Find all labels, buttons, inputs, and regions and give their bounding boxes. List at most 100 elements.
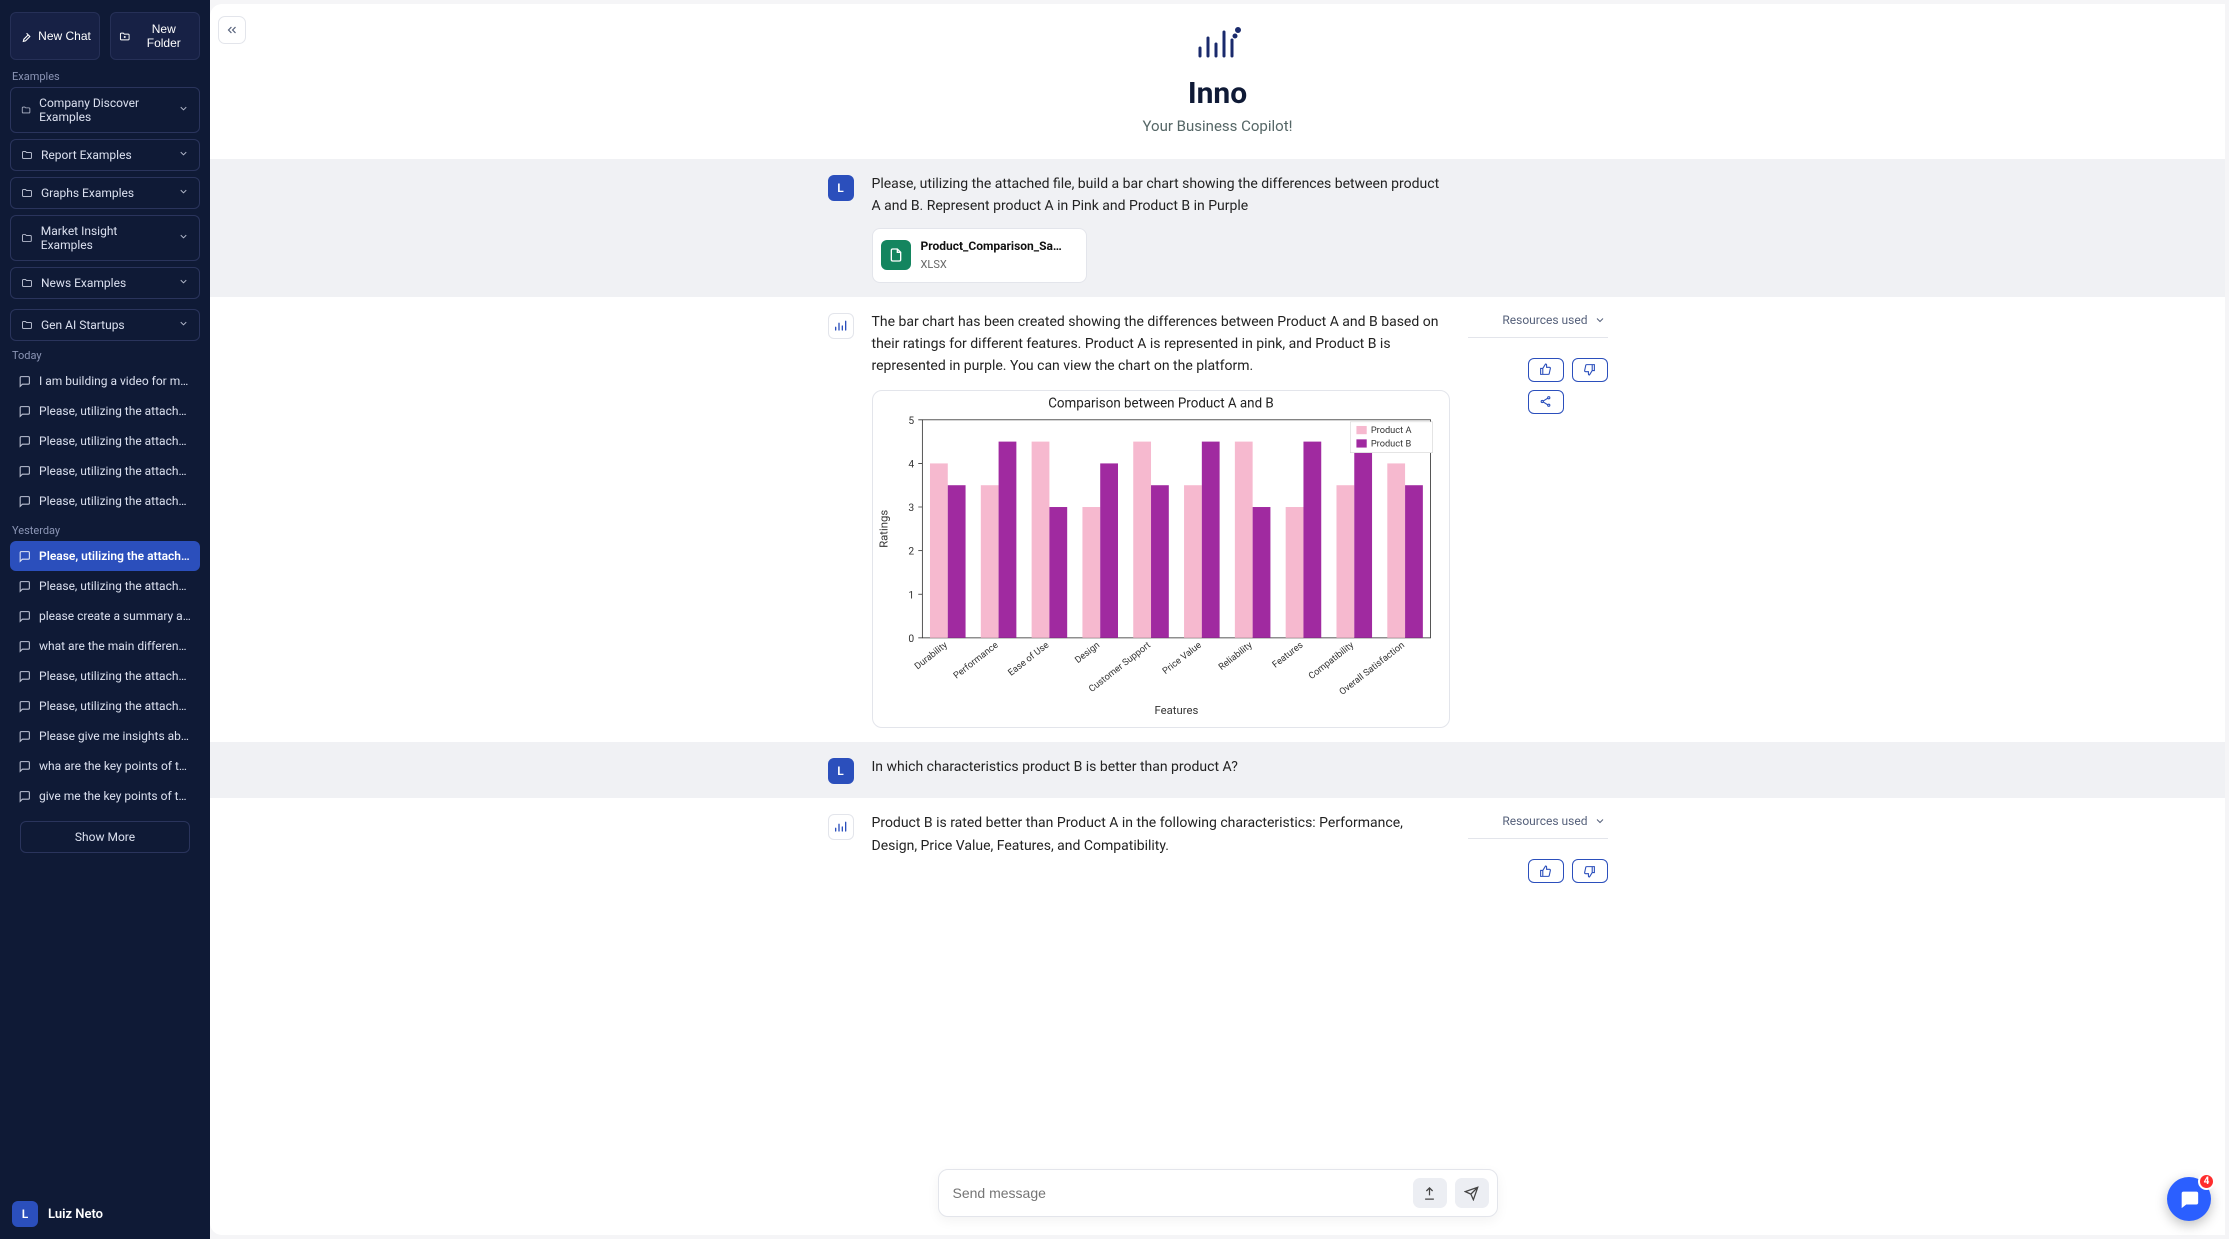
thumbs-down-button[interactable] xyxy=(1572,358,1608,382)
message-assistant-2: Product B is rated better than Product A… xyxy=(210,798,2225,897)
share-icon xyxy=(1539,395,1552,408)
send-icon xyxy=(1464,1186,1479,1201)
chart-xtick: Performance xyxy=(951,639,1000,681)
share-button[interactable] xyxy=(1528,390,1564,414)
attachment-name: Product_Comparison_Sa… xyxy=(921,237,1062,256)
examples-section-label: Examples xyxy=(0,60,210,87)
chart-bar-a xyxy=(980,485,998,638)
chat-history-item[interactable]: Please, utilizing the attached… xyxy=(10,426,200,456)
example-folder[interactable]: Report Examples xyxy=(10,139,200,171)
chat-history-item[interactable]: I am building a video for my h… xyxy=(10,366,200,396)
notification-badge: 4 xyxy=(2198,1173,2215,1190)
chat-item-label: Please, utilizing the attached… xyxy=(39,699,192,713)
example-folder[interactable]: News Examples xyxy=(10,267,200,299)
chat-history-item[interactable]: please create a summary about … xyxy=(10,601,200,631)
user-message-avatar: L xyxy=(828,758,854,784)
chart-bar-a xyxy=(1082,507,1100,638)
chart-bar-b xyxy=(947,485,965,638)
chevron-down-icon xyxy=(1594,815,1606,827)
show-more-button[interactable]: Show More xyxy=(20,821,190,853)
user-message-text: Please, utilizing the attached file, bui… xyxy=(872,173,1450,218)
chat-item-label: Please, utilizing the attached… xyxy=(39,464,192,478)
folder-label: Graphs Examples xyxy=(41,186,134,200)
chart-bar-b xyxy=(1303,441,1321,637)
chart-bar-b xyxy=(1201,441,1219,637)
example-folder[interactable]: Market Insight Examples xyxy=(10,215,200,261)
chart-ytick: 3 xyxy=(908,501,914,514)
resources-used-label: Resources used xyxy=(1502,814,1587,828)
chart-xtick: Features xyxy=(1270,639,1305,670)
chat-history-item[interactable]: Please, utilizing the attached… xyxy=(10,661,200,691)
chat-item-label: please create a summary about … xyxy=(39,609,192,623)
chat-history-item[interactable]: give me the key points of the … xyxy=(10,781,200,811)
chart-bar-b xyxy=(1100,463,1118,637)
custom-folder[interactable]: Gen AI Startups xyxy=(10,309,200,341)
example-folder[interactable]: Company Discover Examples xyxy=(10,87,200,133)
chart-xtick: Ease of Use xyxy=(1006,639,1051,678)
send-button[interactable] xyxy=(1455,1178,1489,1208)
assistant-message-text: The bar chart has been created showing t… xyxy=(872,311,1450,378)
example-folder[interactable]: Graphs Examples xyxy=(10,177,200,209)
chart-bar-a xyxy=(1031,441,1049,637)
chat-item-label: Please, utilizing the attached… xyxy=(39,669,192,683)
thumbs-down-icon xyxy=(1583,363,1596,376)
chevron-down-icon xyxy=(1594,314,1606,326)
chat-history-item[interactable]: Please, utilizing the attached… xyxy=(10,571,200,601)
message-input[interactable] xyxy=(947,1179,1405,1207)
bot-logo-icon xyxy=(833,318,849,334)
sidebar-user[interactable]: L Luiz Neto xyxy=(0,1189,210,1239)
chat-item-label: Please, utilizing the attached… xyxy=(39,579,192,593)
chart-bar-b xyxy=(998,441,1016,637)
chat-history-item[interactable]: Please, utilizing the attached… xyxy=(10,486,200,516)
thumbs-up-button[interactable] xyxy=(1528,859,1564,883)
resources-used-label: Resources used xyxy=(1502,313,1587,327)
chat-history-item[interactable]: wha are the key points of the … xyxy=(10,751,200,781)
new-folder-button[interactable]: New Folder xyxy=(110,12,200,60)
chart-bar-b xyxy=(1151,485,1169,638)
new-chat-icon xyxy=(19,30,32,43)
chat-history-item[interactable]: Please, utilizing the attached… xyxy=(10,396,200,426)
file-xlsx-icon xyxy=(881,240,911,270)
thumbs-up-icon xyxy=(1539,865,1552,878)
chat-history-item[interactable]: Please, utilizing the attached… xyxy=(10,456,200,486)
chart-ytick: 4 xyxy=(908,457,914,470)
new-chat-label: New Chat xyxy=(38,29,91,43)
bot-logo-icon xyxy=(833,819,849,835)
chat-history-item[interactable]: Please, utilizing the attached… xyxy=(10,691,200,721)
chat-history-item[interactable]: what are the main differences … xyxy=(10,631,200,661)
chat-history-item[interactable]: Please give me insights about … xyxy=(10,721,200,751)
chat-item-label: wha are the key points of the … xyxy=(39,759,192,773)
chart-ytick: 5 xyxy=(908,414,914,427)
hero-title: Inno xyxy=(210,76,2225,111)
chat-item-label: what are the main differences … xyxy=(39,639,192,653)
chart-bar-a xyxy=(1336,485,1354,638)
chart-xtick: Compatibility xyxy=(1306,639,1356,681)
chart-xlabel: Features xyxy=(1154,704,1198,717)
intercom-icon xyxy=(2178,1188,2200,1210)
chat-item-label: Please give me insights about … xyxy=(39,729,192,743)
chart-xtick: Durability xyxy=(912,639,950,672)
thumbs-down-icon xyxy=(1583,865,1596,878)
today-label: Today xyxy=(10,341,200,366)
intercom-launcher[interactable]: 4 xyxy=(2167,1177,2211,1221)
resources-used-toggle[interactable]: Resources used xyxy=(1468,814,1608,839)
composer xyxy=(210,1155,2225,1235)
chart-bar-b xyxy=(1354,441,1372,637)
thumbs-down-button[interactable] xyxy=(1572,859,1608,883)
folder-label: Company Discover Examples xyxy=(39,96,170,124)
attachment-chip[interactable]: Product_Comparison_Sa… XLSX xyxy=(872,228,1087,283)
upload-icon xyxy=(1422,1186,1437,1201)
resources-used-toggle[interactable]: Resources used xyxy=(1468,313,1608,338)
chat-item-label: Please, utilizing the attached… xyxy=(39,434,192,448)
thumbs-up-button[interactable] xyxy=(1528,358,1564,382)
chart-title: Comparison between Product A and B xyxy=(1048,396,1274,411)
user-message-text: In which characteristics product B is be… xyxy=(872,756,1450,784)
chevron-left-double-icon xyxy=(225,23,239,37)
new-folder-label: New Folder xyxy=(137,22,191,50)
assistant-avatar xyxy=(828,814,854,840)
yesterday-label: Yesterday xyxy=(10,516,200,541)
upload-button[interactable] xyxy=(1413,1178,1447,1208)
chat-history-item[interactable]: Please, utilizing the attached… xyxy=(10,541,200,571)
new-chat-button[interactable]: New Chat xyxy=(10,12,100,60)
collapse-sidebar-button[interactable] xyxy=(218,16,246,44)
